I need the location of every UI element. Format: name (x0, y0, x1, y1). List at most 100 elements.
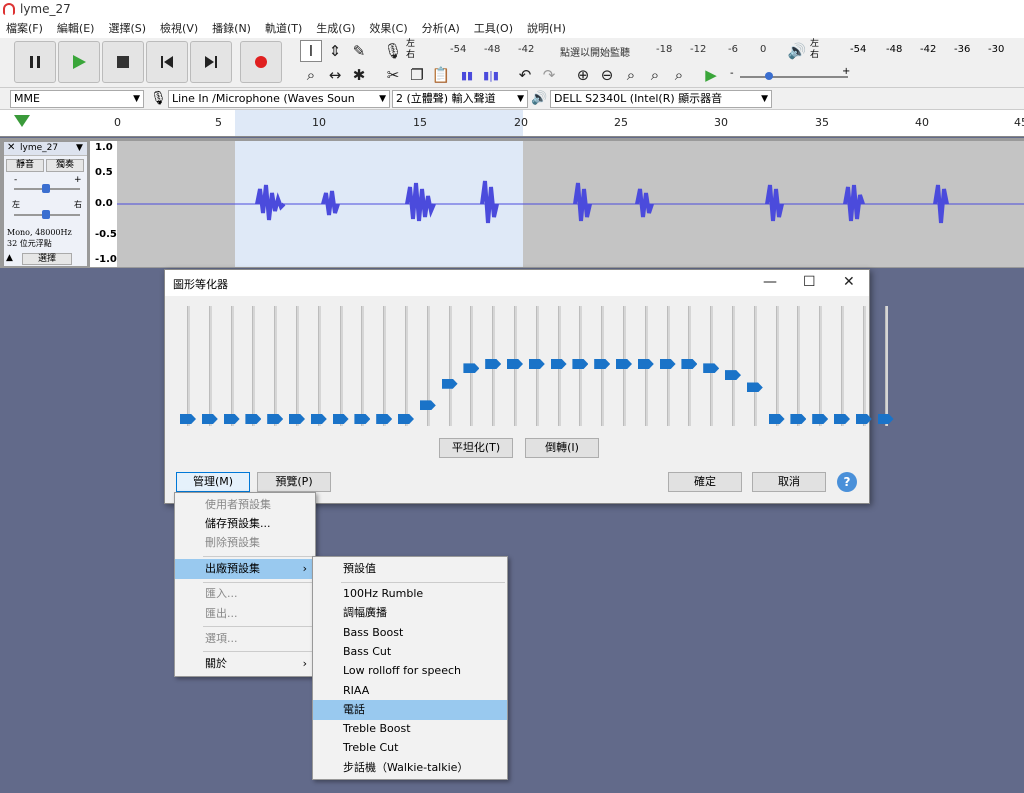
eq-slider-thumb[interactable] (834, 414, 850, 424)
menu-analyze[interactable]: 分析(A) (422, 19, 460, 38)
eq-slider-thumb[interactable] (746, 382, 763, 393)
eq-slider-track[interactable] (317, 306, 321, 426)
skip-start-button[interactable] (146, 41, 188, 83)
eq-slider-thumb[interactable] (267, 414, 284, 424)
eq-slider-thumb[interactable] (594, 359, 611, 369)
menu-edit[interactable]: 編輯(E) (57, 19, 95, 38)
pause-button[interactable] (14, 41, 56, 83)
eq-slider-thumb[interactable] (877, 414, 894, 424)
eq-slider-thumb[interactable] (528, 359, 545, 369)
silence-icon[interactable]: ▮|▮ (480, 64, 502, 86)
mute-button[interactable]: 靜音 (6, 159, 44, 172)
eq-slider-thumb[interactable] (855, 414, 872, 424)
manage-button[interactable]: 管理(M) (176, 472, 250, 492)
eq-slider-thumb[interactable] (725, 370, 741, 381)
eq-slider-track[interactable] (361, 306, 365, 426)
eq-slider-thumb[interactable] (768, 414, 785, 424)
eq-slider-track[interactable] (187, 306, 190, 426)
eq-slider-thumb[interactable] (310, 414, 327, 424)
play-speed-slider[interactable] (740, 76, 848, 78)
menu-tracks[interactable]: 軌道(T) (265, 19, 302, 38)
eq-slider-thumb[interactable] (703, 363, 720, 374)
input-device-select[interactable]: Line In /Microphone (Waves Soun ▼ (168, 90, 390, 108)
eq-slider-track[interactable] (383, 306, 387, 426)
paste-icon[interactable]: 📋 (430, 64, 452, 86)
eq-slider-thumb[interactable] (572, 359, 589, 369)
preset-telephone[interactable]: 電話 (313, 700, 507, 720)
eq-slider-track[interactable] (884, 306, 888, 426)
menu-item-options[interactable]: 選項... (175, 629, 315, 649)
eq-slider-track[interactable] (797, 306, 801, 426)
eq-slider-thumb[interactable] (507, 359, 523, 369)
eq-slider-track[interactable] (448, 306, 452, 426)
menu-tools[interactable]: 工具(O) (474, 19, 513, 38)
zoom-out-icon[interactable]: ⊖ (596, 64, 618, 86)
amplitude-scale[interactable]: 1.0 0.5 0.0 -0.5 -1.0 (90, 141, 117, 267)
preview-button[interactable]: 預覽(P) (257, 472, 331, 492)
preset-bass-cut[interactable]: Bass Cut (313, 642, 507, 662)
eq-slider-thumb[interactable] (441, 378, 458, 389)
timeline-ruler[interactable]: 0 5 10 15 20 25 30 35 40 45 (0, 110, 1024, 137)
menu-view[interactable]: 檢視(V) (160, 19, 198, 38)
skip-end-button[interactable] (190, 41, 232, 83)
eq-slider-thumb[interactable] (354, 414, 371, 424)
zoom-tool-icon[interactable]: ⌕ (300, 64, 322, 86)
multi-tool-icon[interactable]: ✱ (348, 64, 370, 86)
fit-selection-icon[interactable]: ⌕ (620, 64, 642, 86)
playback-meter[interactable]: -54 -48 -42 -36 -30 (824, 40, 1024, 62)
undo-icon[interactable]: ↶ (514, 64, 536, 86)
eq-slider-track[interactable] (775, 306, 779, 426)
eq-slider-track[interactable] (339, 306, 343, 426)
fit-project-icon[interactable]: ⌕ (644, 64, 666, 86)
menu-item-factory-presets[interactable]: 出廠預設集 › (175, 559, 315, 579)
menu-item-about[interactable]: 關於 › (175, 654, 315, 674)
eq-slider-track[interactable] (732, 306, 735, 426)
eq-slider-track[interactable] (252, 306, 256, 426)
menu-item-export[interactable]: 匯出... (175, 604, 315, 624)
close-icon[interactable]: ✕ (843, 274, 855, 290)
eq-slider-thumb[interactable] (332, 414, 349, 424)
eq-slider-track[interactable] (208, 306, 212, 426)
eq-slider-thumb[interactable] (180, 414, 196, 424)
menu-generate[interactable]: 生成(G) (316, 19, 355, 38)
preset-treble-cut[interactable]: Treble Cut (313, 738, 507, 758)
eq-slider-track[interactable] (841, 306, 844, 426)
eq-slider-thumb[interactable] (245, 414, 262, 424)
menu-file[interactable]: 檔案(F) (6, 19, 43, 38)
menu-effect[interactable]: 效果(C) (369, 19, 407, 38)
eq-slider-thumb[interactable] (790, 414, 807, 424)
output-device-select[interactable]: DELL S2340L (Intel(R) 顯示器音 ▼ (550, 90, 772, 108)
eq-slider-track[interactable] (753, 306, 757, 426)
collapse-icon[interactable]: ▲ (6, 253, 20, 265)
preset-walkie-talkie[interactable]: 步話機（Walkie-talkie） (313, 758, 507, 778)
preset-default[interactable]: 預設值 (313, 559, 507, 579)
cancel-button[interactable]: 取消 (752, 472, 826, 492)
menu-help[interactable]: 說明(H) (527, 19, 566, 38)
menu-item-delete-preset[interactable]: 刪除預設集 (175, 533, 315, 553)
eq-slider-thumb[interactable] (485, 359, 502, 369)
menu-item-import[interactable]: 匯入... (175, 584, 315, 604)
eq-slider-thumb[interactable] (419, 400, 436, 411)
menu-select[interactable]: 選擇(S) (108, 19, 146, 38)
play-head-icon[interactable] (14, 115, 30, 127)
envelope-tool-icon[interactable]: ⇕ (324, 40, 346, 62)
stop-button[interactable] (102, 41, 144, 83)
eq-slider-track[interactable] (405, 306, 408, 426)
maximize-icon[interactable]: ☐ (803, 274, 816, 290)
eq-slider-thumb[interactable] (223, 414, 240, 424)
waveform-view[interactable] (117, 141, 1024, 267)
play-speed-thumb[interactable] (765, 72, 773, 80)
eq-slider-thumb[interactable] (812, 414, 829, 424)
eq-slider-track[interactable] (862, 306, 866, 426)
zoom-toggle-icon[interactable]: ⌕ (668, 64, 690, 86)
preset-treble-boost[interactable]: Treble Boost (313, 719, 507, 739)
close-icon[interactable]: ✕ (7, 142, 15, 153)
eq-slider-track[interactable] (296, 306, 299, 426)
invert-button[interactable]: 倒轉(I) (525, 438, 599, 458)
eq-slider-thumb[interactable] (289, 414, 305, 424)
record-meter[interactable]: -54 -48 -42 點選以開始監聽 -18 -12 -6 0 (420, 40, 776, 62)
minimize-icon[interactable]: — (763, 274, 777, 290)
pan-slider-thumb[interactable] (42, 210, 50, 219)
solo-button[interactable]: 獨奏 (46, 159, 84, 172)
eq-slider-track[interactable] (274, 306, 278, 426)
